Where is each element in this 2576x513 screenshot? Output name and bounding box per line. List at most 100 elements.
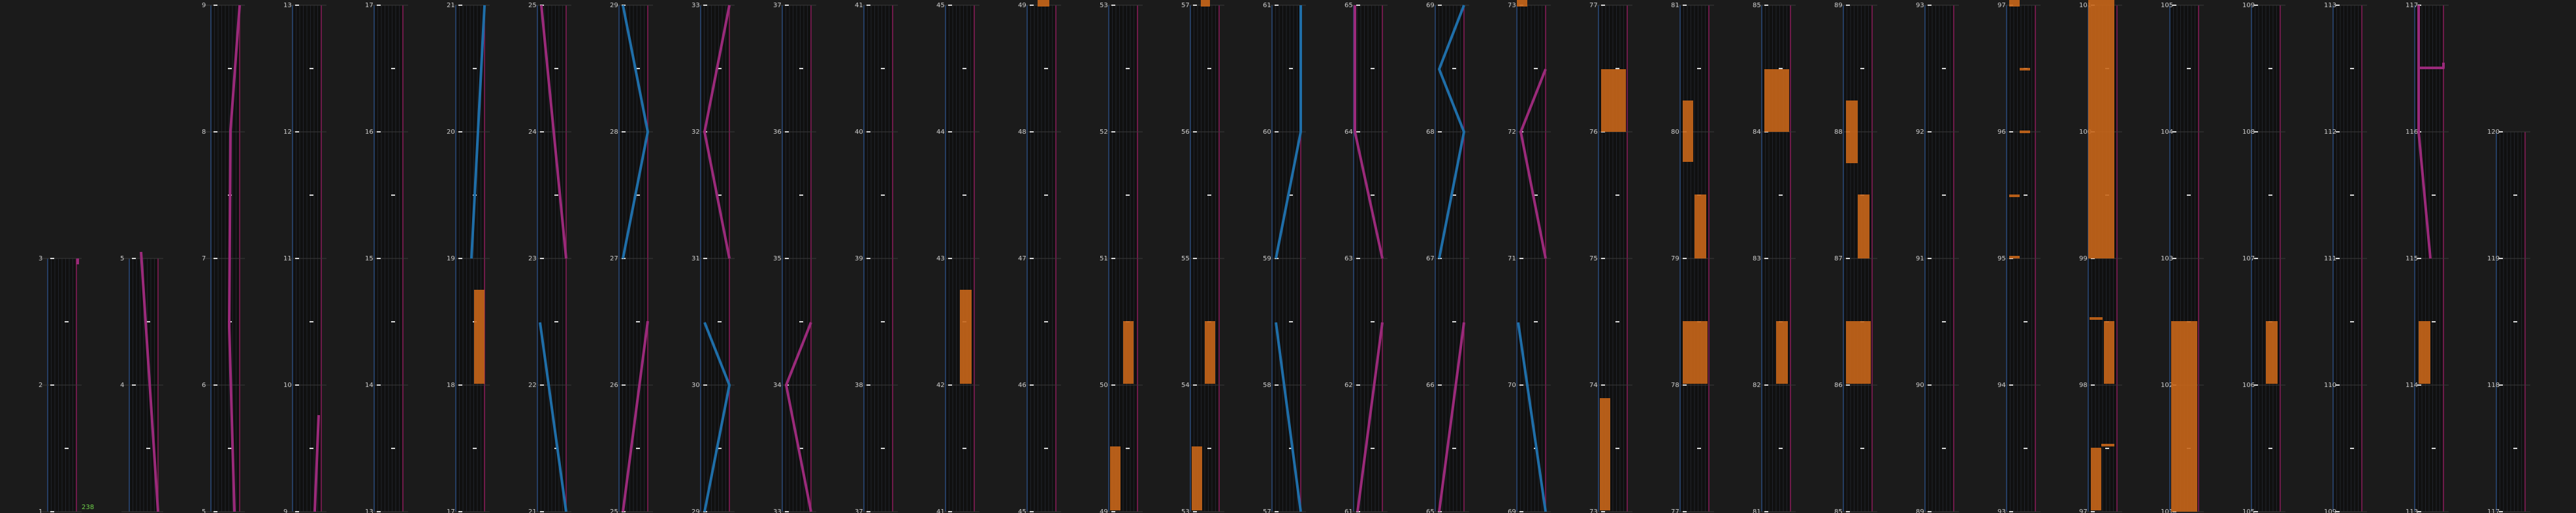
- tick-marker: [1601, 511, 1605, 512]
- tick-marker: [540, 258, 544, 259]
- tick-marker: [1519, 511, 1523, 512]
- row-label: 69: [1426, 2, 1435, 9]
- tick-marker: [948, 131, 952, 132]
- row-label: 35: [773, 255, 782, 262]
- row-label: 57: [1263, 508, 1271, 513]
- tick-marker: [1371, 194, 1375, 196]
- tick-marker: [1371, 448, 1375, 449]
- row-label: 15: [365, 255, 374, 262]
- orange-segment: [2009, 256, 2020, 258]
- tick-marker: [636, 321, 640, 322]
- tick-marker: [391, 194, 395, 196]
- tick-marker: [554, 321, 558, 322]
- panel-25: 97 96 95 94 93: [1997, 0, 2041, 513]
- tick-marker: [1207, 194, 1211, 196]
- row-label: 73: [1508, 2, 1516, 9]
- tick-marker: [2350, 321, 2354, 322]
- panel-9: 33 32 31 30 29: [692, 2, 735, 513]
- row-label: 43: [936, 255, 945, 262]
- row-label: 33: [692, 2, 700, 9]
- tick-marker: [1111, 5, 1115, 6]
- row-label: 114: [2406, 382, 2418, 389]
- row-label: 6: [202, 382, 206, 389]
- tick-marker: [377, 131, 381, 132]
- row-label: 109: [2242, 2, 2255, 9]
- tick-marker: [1928, 5, 1932, 6]
- row-label: 51: [1100, 255, 1108, 262]
- tick-marker: [703, 258, 707, 259]
- tick-marker: [867, 384, 870, 386]
- row-label: 36: [773, 129, 782, 136]
- orange-segment: [2104, 321, 2114, 384]
- row-label: 99: [2079, 255, 2088, 262]
- tick-marker: [2336, 5, 2340, 6]
- tick-marker: [881, 68, 885, 69]
- tick-marker: [2172, 5, 2176, 6]
- tick-marker: [1044, 448, 1048, 449]
- tick-marker: [1764, 258, 1768, 259]
- tick-marker: [881, 194, 885, 196]
- tick-marker: [1030, 131, 1034, 132]
- row-label: 75: [1589, 255, 1598, 262]
- orange-segment: [960, 290, 972, 384]
- tick-marker: [310, 448, 313, 449]
- orange-segment: [1123, 321, 1134, 384]
- tick-marker: [1371, 68, 1375, 69]
- row-label: 113: [2324, 2, 2336, 9]
- orange-segment: [2020, 68, 2030, 70]
- tick-marker: [1942, 448, 1946, 449]
- row-label: 47: [1018, 255, 1026, 262]
- tick-marker: [2499, 511, 2503, 512]
- panel-5: 17 16 15 14 13: [365, 2, 408, 513]
- tick-marker: [881, 448, 885, 449]
- tick-marker: [703, 5, 707, 6]
- row-label: 60: [1263, 129, 1271, 136]
- tick-marker: [1207, 68, 1211, 69]
- row-label: 59: [1263, 255, 1271, 262]
- row-label: 111: [2324, 255, 2336, 262]
- tick-marker: [228, 68, 232, 69]
- orange-segment: [1683, 321, 1708, 384]
- row-label: 5: [120, 255, 124, 262]
- orange-segment: [1038, 0, 1049, 7]
- tick-marker: [458, 131, 462, 132]
- tick-marker: [2024, 448, 2027, 449]
- orange-segment: [2091, 448, 2101, 510]
- row-label: 117: [2406, 2, 2418, 9]
- row-label: 93: [1916, 2, 1924, 9]
- row-label: 83: [1753, 255, 1761, 262]
- row-label: 112: [2324, 129, 2336, 136]
- tick-marker: [214, 131, 217, 132]
- row-label: 14: [365, 382, 374, 389]
- row-label: 7: [202, 255, 206, 262]
- row-label: 68: [1426, 129, 1435, 136]
- tick-marker: [1111, 258, 1115, 259]
- row-label: 20: [447, 129, 455, 136]
- row-label: 105: [2242, 508, 2255, 513]
- row-label: 57: [1181, 2, 1190, 9]
- tick-marker: [2009, 131, 2013, 132]
- tick-marker: [473, 448, 477, 449]
- row-label: 5: [202, 508, 206, 513]
- row-label: 76: [1589, 129, 1598, 136]
- row-label: 26: [610, 382, 618, 389]
- row-label: 38: [855, 382, 863, 389]
- tick-marker: [1356, 384, 1360, 386]
- row-label: 45: [936, 2, 945, 9]
- row-label: 79: [1671, 255, 1679, 262]
- orange-segment: [2171, 321, 2197, 512]
- tick-marker: [295, 5, 299, 6]
- tick-marker: [458, 5, 462, 6]
- orange-segment: [1201, 0, 1210, 7]
- row-label: 78: [1671, 382, 1679, 389]
- tick-marker: [1193, 131, 1197, 132]
- orange-segment: [2020, 131, 2030, 133]
- orange-segment: [1694, 194, 1706, 258]
- orange-segment: [1600, 398, 1610, 510]
- row-label: 40: [855, 129, 863, 136]
- row-label: 17: [365, 2, 374, 9]
- orange-segment: [1192, 446, 1202, 510]
- row-label: 70: [1508, 382, 1516, 389]
- row-label: 109: [2324, 508, 2336, 513]
- row-label: 9: [283, 508, 287, 513]
